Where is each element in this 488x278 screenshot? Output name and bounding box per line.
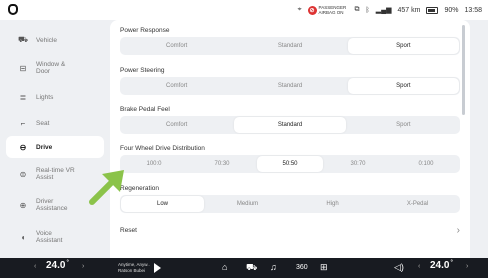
camera-360-icon[interactable]: 360 xyxy=(296,264,308,271)
brake-pedal-selector: Comfort Standard Sport xyxy=(120,116,460,134)
power-steering-selector: Comfort Standard Sport xyxy=(120,77,460,95)
media-info[interactable]: Anytime, Anyw.. Ratson Bubei xyxy=(118,262,150,274)
right-temp-value: 24.0 xyxy=(430,260,450,271)
right-temp-unit: ° xyxy=(450,260,453,266)
chevron-right-icon: › xyxy=(456,224,460,236)
signal-icon: ▂▄▆ xyxy=(375,7,392,14)
regeneration-medium[interactable]: Medium xyxy=(206,196,289,212)
power-response-title: Power Response xyxy=(120,27,170,34)
sidebar-item-label: Window & Door xyxy=(36,61,66,75)
temp-right-increase-icon[interactable]: › xyxy=(466,263,468,270)
sidebar-item-vehicle[interactable]: ⛟ Vehicle xyxy=(6,29,104,51)
battery-value: 90% xyxy=(444,6,459,14)
four-wheel-30-70[interactable]: 30:70 xyxy=(325,156,391,172)
scrollbar[interactable] xyxy=(462,25,465,115)
window-icon: ⊟ xyxy=(19,63,27,73)
pointer-arrow-icon xyxy=(89,170,124,205)
power-steering-comfort[interactable]: Comfort xyxy=(121,78,232,94)
four-wheel-0-100[interactable]: 0:100 xyxy=(393,156,459,172)
sidebar-item-label: Seat xyxy=(36,119,50,127)
regeneration-high[interactable]: High xyxy=(291,196,374,212)
right-temperature: 24.0 ° xyxy=(430,260,453,271)
airbag-label: PASSENGER AIRBAG ON xyxy=(318,5,347,15)
drive-settings-panel: Power Response Comfort Standard Sport Po… xyxy=(110,20,470,258)
media-subtitle: Ratson Bubei xyxy=(118,268,146,273)
temp-left-decrease-icon[interactable]: ‹ xyxy=(34,263,36,270)
sidebar-item-voice-assistant[interactable]: ◖ Voice Assistant xyxy=(6,226,104,248)
sidebar-item-label: Real-time VR Assist xyxy=(36,167,75,181)
car-shortcut-icon[interactable]: ⛟ xyxy=(246,262,257,274)
sidebar-item-window-door[interactable]: ⊟ Window & Door xyxy=(6,57,104,79)
brake-pedal-standard[interactable]: Standard xyxy=(234,117,346,133)
four-wheel-100-0[interactable]: 100:0 xyxy=(121,156,187,172)
assist-icon: ⊕ xyxy=(19,200,27,210)
lights-icon: ≣ xyxy=(19,92,27,102)
regeneration-low[interactable]: Low xyxy=(121,196,204,212)
power-steering-sport[interactable]: Sport xyxy=(347,78,459,94)
home-icon[interactable]: ⌂ xyxy=(222,262,227,272)
vr-icon: ⊜ xyxy=(19,169,27,179)
voice-icon: ◖ xyxy=(20,232,26,242)
play-icon[interactable] xyxy=(154,263,161,273)
car-icon: ⛟ xyxy=(18,35,29,44)
music-icon[interactable]: ♫ xyxy=(270,262,277,272)
temp-right-decrease-icon[interactable]: ‹ xyxy=(418,263,420,270)
power-steering-title: Power Steering xyxy=(120,67,165,74)
bottom-bar: ‹ 24.0 ° › Anytime, Anyw.. Ratson Bubei ⌂… xyxy=(0,258,488,278)
brake-pedal-comfort[interactable]: Comfort xyxy=(121,117,232,133)
four-wheel-70-30[interactable]: 70:30 xyxy=(189,156,255,172)
power-response-sport[interactable]: Sport xyxy=(347,38,459,54)
power-response-comfort[interactable]: Comfort xyxy=(121,38,232,54)
regeneration-x-pedal[interactable]: X-Pedal xyxy=(376,196,459,212)
bluetooth-icon: ᛒ xyxy=(365,6,370,14)
sidebar-item-lights[interactable]: ≣ Lights xyxy=(6,86,104,108)
apps-grid-icon[interactable]: ⊞ xyxy=(320,262,328,273)
regeneration-selector: Low Medium High X-Pedal xyxy=(120,195,460,213)
left-temp-unit: ° xyxy=(66,260,69,266)
seat-icon: ⌐ xyxy=(20,118,26,128)
sidebar: ⛟ Vehicle ⊟ Window & Door ≣ Lights ⌐ Sea… xyxy=(0,20,110,258)
four-wheel-selector: 100:0 70:30 50:50 30:70 0:100 xyxy=(120,155,460,173)
status-bar: ⌖ ⊘ PASSENGER AIRBAG ON ⧉ ᛒ ▂▄▆ 457 km 9… xyxy=(0,0,488,20)
sidebar-item-label: Vehicle xyxy=(36,36,57,44)
brand-logo-icon xyxy=(8,4,18,15)
brake-pedal-sport[interactable]: Sport xyxy=(348,117,459,133)
four-wheel-title: Four Wheel Drive Distribution xyxy=(120,145,205,152)
left-temp-value: 24.0 xyxy=(46,260,66,271)
screen-icon: ⧉ xyxy=(354,6,360,13)
power-steering-standard[interactable]: Standard xyxy=(234,78,345,94)
sidebar-item-seat[interactable]: ⌐ Seat xyxy=(6,112,104,134)
power-response-selector: Comfort Standard Sport xyxy=(120,37,460,55)
airbag-indicator: ⊘ PASSENGER AIRBAG ON xyxy=(307,5,349,15)
power-response-standard[interactable]: Standard xyxy=(234,38,345,54)
reset-row[interactable]: Reset › xyxy=(120,223,460,237)
temp-left-increase-icon[interactable]: › xyxy=(82,263,84,270)
sidebar-item-label: Lights xyxy=(36,93,54,101)
clock: 13:58 xyxy=(464,6,482,14)
sidebar-item-label: Voice Assistant xyxy=(36,230,63,244)
left-temperature: 24.0 ° xyxy=(46,260,69,271)
location-icon: ⌖ xyxy=(297,6,302,13)
sidebar-item-label: Drive xyxy=(36,143,53,151)
status-right: ⌖ ⊘ PASSENGER AIRBAG ON ⧉ ᛒ ▂▄▆ 457 km 9… xyxy=(298,0,482,20)
four-wheel-50-50[interactable]: 50:50 xyxy=(257,156,323,172)
media-title: Anytime, Anyw.. xyxy=(118,262,150,267)
battery-icon xyxy=(426,6,439,14)
airbag-icon: ⊘ xyxy=(307,5,317,15)
sidebar-item-drive[interactable]: ⊖ Drive xyxy=(6,136,104,158)
steering-wheel-icon: ⊖ xyxy=(19,142,27,152)
range-value: 457 km xyxy=(397,6,421,14)
sidebar-item-label: Driver Assistance xyxy=(36,198,68,212)
brake-pedal-title: Brake Pedal Feel xyxy=(120,106,170,113)
reset-label: Reset xyxy=(120,226,137,234)
volume-icon[interactable]: ◁) xyxy=(394,262,404,273)
